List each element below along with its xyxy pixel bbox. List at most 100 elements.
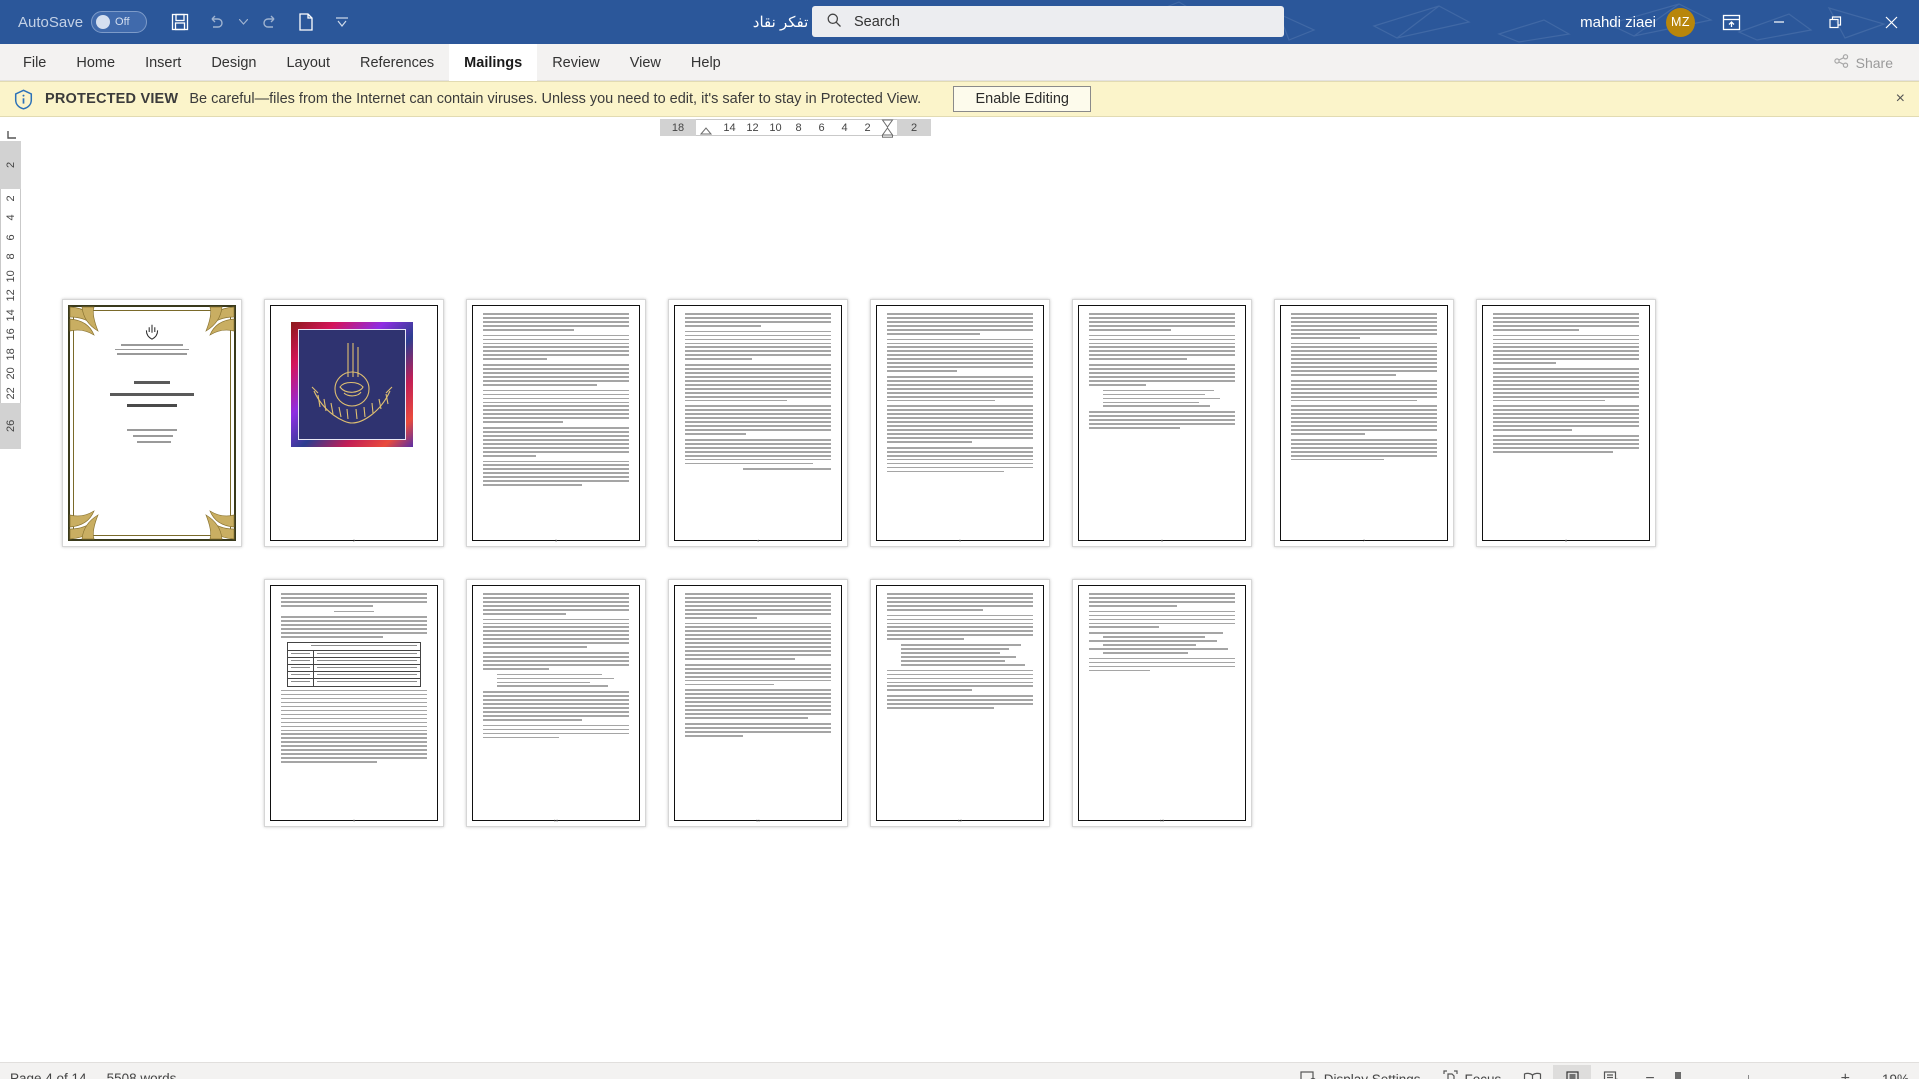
close-icon[interactable] <box>1863 0 1919 44</box>
vruler-mark-26: 26 <box>4 419 17 433</box>
tab-mailings[interactable]: Mailings <box>449 44 538 81</box>
undo-icon[interactable] <box>199 5 233 39</box>
page-thumbnail[interactable]: 4 <box>668 299 848 547</box>
reference-list <box>1089 632 1235 654</box>
numbered-list <box>887 644 1033 666</box>
autosave-control[interactable]: AutoSave Off <box>18 11 148 33</box>
page-thumbnail[interactable]: 7 <box>1274 299 1454 547</box>
tab-home[interactable]: Home <box>61 44 130 81</box>
autosave-toggle[interactable]: Off <box>91 11 148 33</box>
cover-title-label <box>134 381 170 385</box>
tab-view[interactable]: View <box>615 44 676 81</box>
zoom-out-button[interactable]: − <box>1645 1070 1654 1079</box>
page-grid: 2 3 4 5 6 7 8 9 10 11 12 13 <box>62 299 1852 827</box>
vruler-mark-12: 12 <box>4 289 17 303</box>
quick-access-toolbar <box>163 5 359 39</box>
focus-button[interactable]: Focus <box>1433 1063 1512 1079</box>
page-thumbnail[interactable]: 12 <box>870 579 1050 827</box>
page-thumbnail[interactable]: 5 <box>870 299 1050 547</box>
page-thumbnail[interactable]: 8 <box>1476 299 1656 547</box>
paragraph <box>483 313 629 331</box>
vertical-ruler[interactable]: 2 2 4 6 8 10 12 14 16 18 20 22 26 <box>0 141 21 449</box>
page-thumbnail[interactable]: 9 <box>264 579 444 827</box>
title-bar: AutoSave Off تفکر نقاد Search mahdi ziae… <box>0 0 1919 44</box>
ornament-bottom-right <box>192 497 236 541</box>
tab-selector-button[interactable] <box>0 117 25 141</box>
word-count[interactable]: 5508 words <box>97 1063 187 1079</box>
ribbon-tab-bar: File Home Insert Design Layout Reference… <box>0 44 1919 81</box>
first-line-indent-marker[interactable] <box>696 119 718 136</box>
close-banner-icon[interactable]: × <box>1896 91 1905 107</box>
minimize-icon[interactable] <box>1751 0 1807 44</box>
paragraph <box>887 375 1033 402</box>
print-layout-icon[interactable] <box>1553 1065 1592 1079</box>
cover-org-line-1 <box>121 344 183 346</box>
ruler-mark-14: 14 <box>723 121 736 134</box>
display-settings-button[interactable]: Display Settings <box>1290 1063 1431 1079</box>
restore-icon[interactable] <box>1807 0 1863 44</box>
calligraphy-art-icon <box>311 342 393 424</box>
tab-help[interactable]: Help <box>676 44 736 81</box>
ruler-left-margin: 18 <box>660 119 696 136</box>
undo-dropdown-icon[interactable] <box>235 5 251 39</box>
tab-references[interactable]: References <box>345 44 449 81</box>
paragraph <box>685 405 831 435</box>
vruler-mark-16: 16 <box>4 328 17 342</box>
paragraph <box>483 364 629 386</box>
avatar[interactable]: MZ <box>1666 7 1695 37</box>
zoom-handle[interactable] <box>1674 1071 1681 1079</box>
page-thumbnail[interactable]: 11 <box>668 579 848 827</box>
page-thumbnail[interactable]: 10 <box>466 579 646 827</box>
tab-insert[interactable]: Insert <box>130 44 196 81</box>
tab-review[interactable]: Review <box>537 44 615 81</box>
cover-org-line-2 <box>115 348 189 351</box>
user-account[interactable]: mahdi ziaei MZ <box>1580 0 1695 44</box>
horizontal-ruler[interactable]: 18 14 12 10 8 6 4 2 2 <box>660 117 931 138</box>
vruler-mark-2-top: 2 <box>4 161 17 169</box>
paragraph <box>483 691 629 721</box>
paragraph <box>685 663 831 686</box>
page-thumbnail[interactable] <box>62 299 242 547</box>
numbered-list <box>1089 389 1235 408</box>
page-thumbnail[interactable]: 2 <box>264 299 444 547</box>
hanging-indent-marker[interactable] <box>879 119 897 138</box>
page-thumbnail[interactable]: 13 <box>1072 579 1252 827</box>
ruler-mark-10: 10 <box>769 121 782 134</box>
page-text-body <box>474 587 638 819</box>
tab-layout[interactable]: Layout <box>271 44 345 81</box>
zoom-level[interactable]: 19% <box>1869 1072 1909 1079</box>
save-icon[interactable] <box>163 5 197 39</box>
page-number: 12 <box>957 818 963 823</box>
ruler-mark-8: 8 <box>795 121 802 134</box>
new-document-icon[interactable] <box>289 5 323 39</box>
page-thumbnail[interactable]: 3 <box>466 299 646 547</box>
ruler-mark-2: 2 <box>864 121 871 134</box>
tab-file[interactable]: File <box>8 44 61 81</box>
paragraph <box>685 468 831 471</box>
page-number: 4 <box>756 538 760 543</box>
paragraph <box>887 614 1033 641</box>
redo-icon[interactable] <box>253 5 287 39</box>
page-number: 8 <box>1564 538 1568 543</box>
autosave-state: Off <box>115 16 130 28</box>
document-canvas[interactable]: 2 2 4 6 8 10 12 14 16 18 20 22 26 2 3 4 … <box>0 141 1919 1062</box>
page-thumbnail[interactable]: 6 <box>1072 299 1252 547</box>
vruler-top-margin: 2 <box>0 141 21 189</box>
heading <box>281 610 427 613</box>
page-indicator[interactable]: Page 4 of 14 <box>0 1063 97 1079</box>
read-mode-icon[interactable] <box>1513 1065 1551 1079</box>
web-layout-icon[interactable] <box>1593 1065 1631 1079</box>
enable-editing-button[interactable]: Enable Editing <box>953 86 1092 112</box>
ruler-mark-6: 6 <box>818 121 825 134</box>
cover-meta-3 <box>137 440 171 443</box>
zoom-slider[interactable]: − + 19% <box>1645 1070 1909 1079</box>
ribbon-display-options-icon[interactable] <box>1711 7 1751 37</box>
page-number: 5 <box>958 538 962 543</box>
zoom-in-button[interactable]: + <box>1841 1070 1850 1079</box>
tab-design[interactable]: Design <box>196 44 271 81</box>
search-input[interactable]: Search <box>812 6 1284 37</box>
page-text-body <box>1282 307 1446 539</box>
paragraph <box>281 689 427 763</box>
customize-quick-access-icon[interactable] <box>325 5 359 39</box>
share-button[interactable]: Share <box>1822 49 1905 76</box>
